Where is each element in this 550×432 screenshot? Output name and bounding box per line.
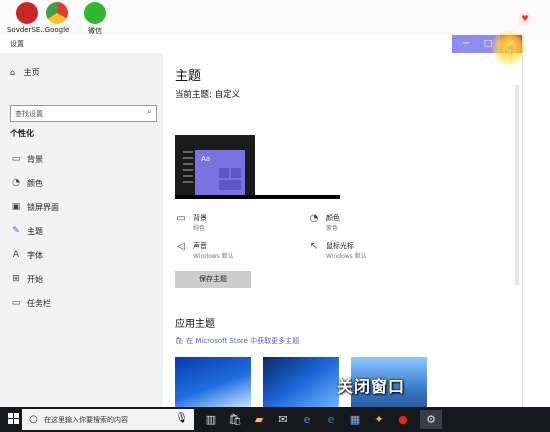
sidebar-item-taskbar[interactable]: ▭ 任务栏 (10, 293, 160, 313)
desktop: SovderSE... Google 微信 ♥ (0, 0, 550, 40)
scrollbar[interactable] (515, 85, 519, 285)
lockscreen-icon: ▣ (11, 202, 21, 212)
start-button[interactable] (8, 413, 20, 425)
chrome-icon (46, 2, 68, 24)
window-title: 设置 (10, 40, 24, 48)
edge-icon[interactable]: e (296, 410, 318, 429)
sidebar-item-label: 主题 (27, 227, 43, 236)
sidebar-home-label: 主页 (23, 68, 40, 77)
cursor-icon: ↖ (309, 241, 319, 252)
category-title: 个性化 (10, 129, 34, 138)
image-icon: ▭ (11, 154, 21, 164)
sidebar-item-colors[interactable]: ◔ 颜色 (10, 173, 160, 193)
brush-icon: ✎ (12, 226, 20, 236)
store-icon[interactable]: 🛍 (224, 410, 246, 429)
theme-thumbnail[interactable] (263, 357, 339, 407)
preview-text: Aa (201, 155, 211, 163)
search-input[interactable]: 查找设置 ⌕ (10, 105, 157, 122)
current-theme: 当前主题: 自定义 (175, 90, 241, 100)
store-link-text: 在 Microsoft Store 中获取更多主题 (186, 337, 300, 345)
sidebar-item-fonts[interactable]: A 字体 (10, 245, 160, 265)
task-view-icon[interactable]: ▥ (200, 410, 222, 429)
title-bar[interactable]: 设置 ─ □ ✕ (0, 35, 522, 53)
sidebar-item-label: 任务栏 (27, 299, 51, 308)
notification-heart-icon[interactable]: ♥ (518, 12, 532, 26)
sidebar-item-label: 颜色 (27, 179, 43, 188)
option-background[interactable]: ▭ 背景 纯色 (175, 213, 295, 233)
option-sounds[interactable]: ◁ 声音 Windows 默认 (175, 241, 295, 261)
speaker-icon: ◁ (177, 241, 185, 252)
photos-icon[interactable]: ▦ (344, 410, 366, 429)
page-title: 主题 (175, 69, 202, 84)
desktop-icon-wechat[interactable]: 微信 (68, 2, 122, 38)
option-label: 背景 (193, 214, 207, 222)
taskbar-search[interactable]: ○ 在这里输入你要搜索的内容 🎙 (22, 409, 194, 430)
font-icon: A (12, 250, 20, 260)
bird-icon[interactable]: ✦ (368, 410, 390, 429)
option-value: 纯色 (193, 225, 206, 232)
store-icon: 🛍 (175, 337, 184, 345)
mouse-pointer-icon: ☝ (505, 42, 514, 58)
store-link[interactable]: 🛍 在 Microsoft Store 中获取更多主题 (175, 336, 299, 346)
option-label: 声音 (193, 242, 207, 250)
sidebar-item-themes[interactable]: ✎ 主题 (10, 221, 160, 241)
ie-icon[interactable]: e (320, 410, 342, 429)
taskbar-icon: ▭ (11, 298, 21, 308)
explorer-icon[interactable]: ▰ (248, 410, 270, 429)
apply-theme-heading: 应用主题 (175, 319, 215, 330)
palette-icon: ◔ (309, 213, 319, 224)
record-icon[interactable]: ● (392, 410, 414, 429)
video-caption: 关闭窗口 (337, 377, 406, 396)
preview-taskbar (175, 195, 340, 199)
palette-icon: ◔ (12, 178, 20, 188)
sidebar-item-label: 字体 (27, 251, 43, 260)
start-icon: ⊞ (12, 274, 20, 284)
option-value: 紫色 (326, 225, 339, 232)
option-label: 鼠标光标 (326, 242, 354, 250)
theme-thumbnail[interactable] (175, 357, 251, 407)
option-value: Windows 默认 (193, 253, 234, 260)
sidebar-item-label: 锁屏界面 (27, 203, 59, 212)
search-placeholder: 查找设置 (15, 110, 43, 118)
sidebar-home[interactable]: ⌂ 主页 (10, 67, 40, 78)
option-mouse-cursor[interactable]: ↖ 鼠标光标 Windows 默认 (308, 241, 428, 261)
taskbar-search-text: 在这里输入你要搜索的内容 (44, 416, 128, 424)
preview-window: Aa (195, 150, 245, 195)
cortana-icon: ○ (29, 414, 38, 425)
wechat-icon (84, 2, 106, 24)
sidebar-item-background[interactable]: ▭ 背景 (10, 149, 160, 169)
sidebar-item-lockscreen[interactable]: ▣ 锁屏界面 (10, 197, 160, 217)
sidebar: ⌂ 主页 查找设置 ⌕ 个性化 ▭ 背景 ◔ 颜色 ▣ 锁屏界面 ✎ 主题 A … (0, 53, 163, 407)
search-icon: ⌕ (146, 107, 152, 117)
save-theme-button[interactable]: 保存主题 (175, 271, 251, 288)
taskbar: ○ 在这里输入你要搜索的内容 🎙 ▥ 🛍 ▰ ✉ e e ▦ ✦ ● ⚙ (0, 407, 550, 432)
microphone-icon[interactable]: 🎙 (175, 413, 188, 424)
option-color[interactable]: ◔ 颜色 紫色 (308, 213, 428, 233)
settings-icon[interactable]: ⚙ (420, 410, 442, 429)
option-value: Windows 默认 (326, 253, 367, 260)
sidebar-item-label: 开始 (27, 275, 43, 284)
preview-sidebar (183, 147, 193, 192)
sidebar-item-label: 背景 (27, 155, 43, 164)
minimize-button[interactable]: ─ (455, 35, 477, 53)
home-icon: ⌂ (10, 68, 16, 77)
image-icon: ▭ (176, 213, 186, 224)
settings-window: 设置 ─ □ ✕ ⌂ 主页 查找设置 ⌕ 个性化 ▭ 背景 ◔ 颜色 ▣ 锁屏界… (0, 35, 523, 407)
mail-icon[interactable]: ✉ (272, 410, 294, 429)
sidebar-item-start[interactable]: ⊞ 开始 (10, 269, 160, 289)
option-label: 颜色 (326, 214, 340, 222)
